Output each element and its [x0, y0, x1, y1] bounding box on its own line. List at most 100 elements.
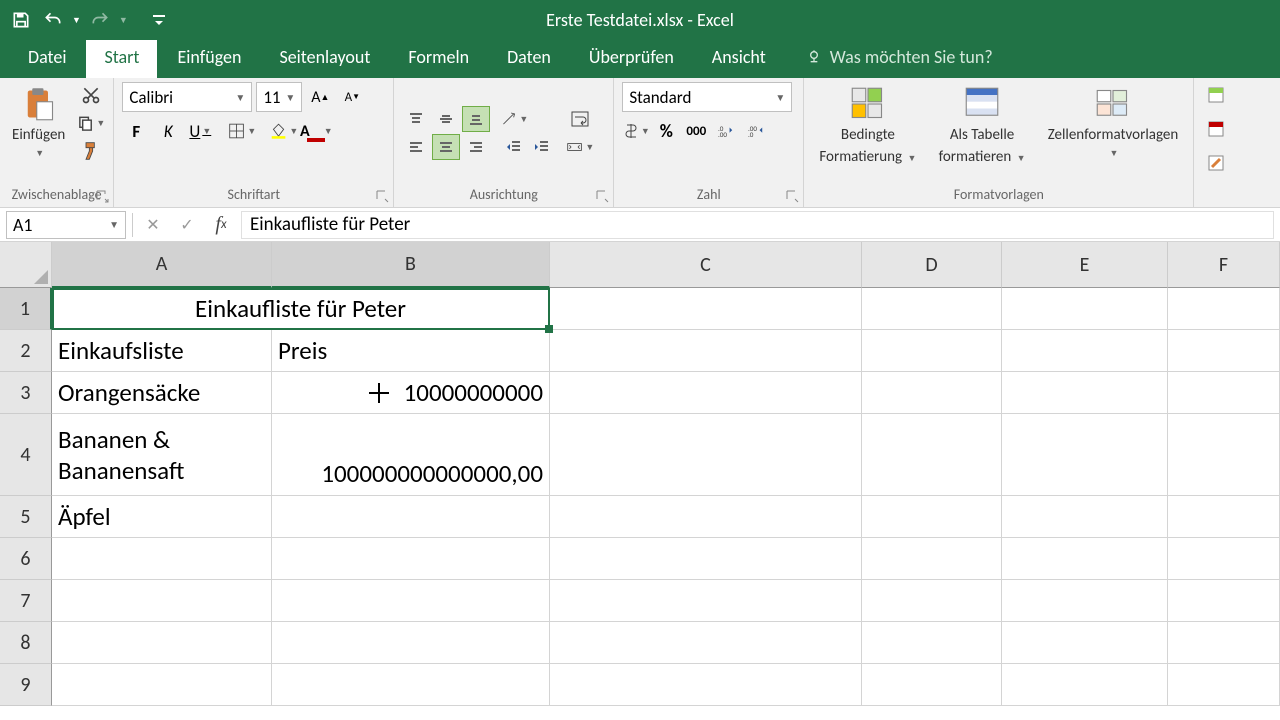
- align-top-button[interactable]: [402, 106, 430, 132]
- cell-styles-button[interactable]: Zellenformatvorlagen ▼: [1044, 82, 1183, 163]
- cell-C2[interactable]: [550, 330, 862, 372]
- comma-format-button[interactable]: 000: [682, 118, 710, 144]
- cell-C3[interactable]: [550, 372, 862, 414]
- cell-E6[interactable]: [1002, 538, 1168, 580]
- cell-D7[interactable]: [862, 580, 1002, 622]
- border-button[interactable]: ▼: [228, 118, 256, 144]
- decrease-font-button[interactable]: A▼: [338, 84, 366, 110]
- col-header-F[interactable]: F: [1168, 242, 1280, 288]
- redo-button[interactable]: [87, 7, 113, 33]
- cell-D9[interactable]: [862, 664, 1002, 706]
- cell-B8[interactable]: [272, 622, 550, 664]
- row-header-4[interactable]: 4: [0, 414, 52, 496]
- cell-F9[interactable]: [1168, 664, 1280, 706]
- row-header-2[interactable]: 2: [0, 330, 52, 372]
- row-header-1[interactable]: 1: [0, 288, 52, 330]
- increase-font-button[interactable]: A▲: [306, 84, 334, 110]
- format-painter-button[interactable]: [77, 138, 105, 164]
- cell-C6[interactable]: [550, 538, 862, 580]
- row-header-5[interactable]: 5: [0, 496, 52, 538]
- cell-E7[interactable]: [1002, 580, 1168, 622]
- number-dialog-launcher[interactable]: [785, 189, 799, 203]
- save-button[interactable]: [8, 7, 34, 33]
- insert-function-button[interactable]: fx: [207, 212, 235, 238]
- decrease-indent-button[interactable]: [500, 134, 528, 160]
- increase-indent-button[interactable]: [528, 134, 556, 160]
- cell-D1[interactable]: [862, 288, 1002, 330]
- cell-A8[interactable]: [52, 622, 272, 664]
- col-header-D[interactable]: D: [862, 242, 1002, 288]
- cell-F7[interactable]: [1168, 580, 1280, 622]
- cell-D6[interactable]: [862, 538, 1002, 580]
- italic-button[interactable]: K: [154, 118, 182, 144]
- align-middle-button[interactable]: [432, 106, 460, 132]
- cell-F3[interactable]: [1168, 372, 1280, 414]
- font-color-button[interactable]: A ▼: [302, 118, 330, 144]
- cell-C7[interactable]: [550, 580, 862, 622]
- formula-cancel-button[interactable]: ✕: [139, 212, 167, 238]
- cell-E2[interactable]: [1002, 330, 1168, 372]
- cell-A5[interactable]: Äpfel: [52, 496, 272, 538]
- cell-A3[interactable]: Orangensäcke: [52, 372, 272, 414]
- tab-formulas[interactable]: Formeln: [390, 38, 487, 78]
- tab-page-layout[interactable]: Seitenlayout: [261, 38, 388, 78]
- increase-decimal-button[interactable]: .0.00: [712, 118, 740, 144]
- tab-home[interactable]: Start: [86, 38, 157, 78]
- cell-E9[interactable]: [1002, 664, 1168, 706]
- cell-F8[interactable]: [1168, 622, 1280, 664]
- cell-B4[interactable]: 100000000000000,00: [272, 414, 550, 496]
- fill-color-button[interactable]: ▼: [270, 118, 298, 144]
- font-name-select[interactable]: Calibri ▼: [122, 82, 252, 112]
- name-box[interactable]: A1 ▼: [6, 211, 126, 239]
- cell-D4[interactable]: [862, 414, 1002, 496]
- tell-me-search[interactable]: Was möchten Sie tun?: [806, 46, 993, 78]
- align-right-button[interactable]: [462, 134, 490, 160]
- delete-cells-button[interactable]: [1202, 116, 1230, 142]
- conditional-formatting-button[interactable]: Bedingte Formatierung ▼: [815, 82, 920, 170]
- align-center-button[interactable]: [432, 134, 460, 160]
- bold-button[interactable]: F: [122, 118, 150, 144]
- decrease-decimal-button[interactable]: .00.0: [742, 118, 770, 144]
- tab-insert[interactable]: Einfügen: [159, 38, 259, 78]
- cell-B7[interactable]: [272, 580, 550, 622]
- cell-D5[interactable]: [862, 496, 1002, 538]
- align-left-button[interactable]: [402, 134, 430, 160]
- cell-E4[interactable]: [1002, 414, 1168, 496]
- insert-cells-button[interactable]: [1202, 82, 1230, 108]
- cell-C4[interactable]: [550, 414, 862, 496]
- wrap-text-button[interactable]: [566, 106, 594, 132]
- worksheet-grid[interactable]: ABCDEF 1Einkaufliste für Peter2Einkaufsl…: [0, 242, 1280, 706]
- paste-button[interactable]: Einfügen ▼: [8, 82, 69, 163]
- number-format-select[interactable]: Standard ▼: [622, 82, 792, 112]
- accounting-format-button[interactable]: ▼: [622, 118, 650, 144]
- cell-A6[interactable]: [52, 538, 272, 580]
- col-header-E[interactable]: E: [1002, 242, 1168, 288]
- row-header-6[interactable]: 6: [0, 538, 52, 580]
- row-header-7[interactable]: 7: [0, 580, 52, 622]
- merge-center-button[interactable]: ▼: [566, 134, 594, 160]
- underline-button[interactable]: U▼: [186, 118, 214, 144]
- formula-bar-input[interactable]: Einkaufliste für Peter: [241, 211, 1274, 239]
- cell-F6[interactable]: [1168, 538, 1280, 580]
- row-header-9[interactable]: 9: [0, 664, 52, 706]
- cell-B5[interactable]: [272, 496, 550, 538]
- formula-enter-button[interactable]: ✓: [173, 212, 201, 238]
- alignment-dialog-launcher[interactable]: [595, 189, 609, 203]
- row-header-3[interactable]: 3: [0, 372, 52, 414]
- orientation-button[interactable]: ▼: [500, 106, 528, 132]
- font-size-select[interactable]: 11 ▼: [256, 82, 302, 112]
- undo-button[interactable]: [40, 7, 66, 33]
- col-header-B[interactable]: B: [272, 242, 550, 288]
- cell-E8[interactable]: [1002, 622, 1168, 664]
- cell-B9[interactable]: [272, 664, 550, 706]
- cell-C8[interactable]: [550, 622, 862, 664]
- undo-dropdown-icon[interactable]: ▼: [72, 15, 81, 26]
- cell-C5[interactable]: [550, 496, 862, 538]
- cell-A7[interactable]: [52, 580, 272, 622]
- cell-A9[interactable]: [52, 664, 272, 706]
- cell-A1[interactable]: Einkaufliste für Peter: [52, 288, 550, 330]
- format-cells-button[interactable]: [1202, 150, 1230, 176]
- cell-B2[interactable]: Preis: [272, 330, 550, 372]
- percent-format-button[interactable]: %: [652, 118, 680, 144]
- cell-E3[interactable]: [1002, 372, 1168, 414]
